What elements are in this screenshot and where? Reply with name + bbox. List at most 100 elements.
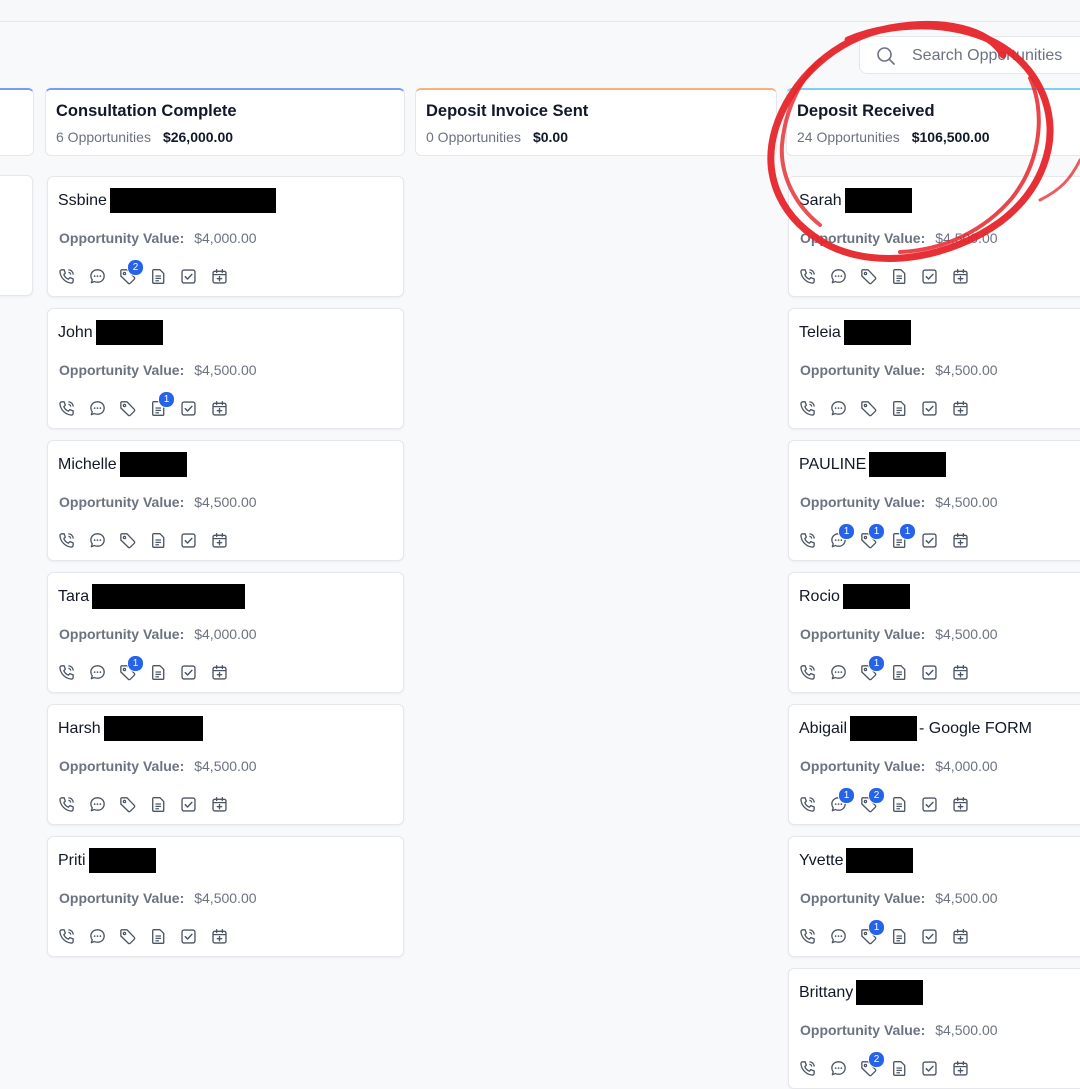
- note-icon[interactable]: 1: [149, 391, 175, 418]
- contact-name[interactable]: Abigail - Google FORM: [799, 716, 1032, 741]
- task-icon[interactable]: [920, 267, 939, 286]
- task-icon[interactable]: [179, 795, 198, 814]
- tag-icon[interactable]: [118, 399, 137, 418]
- contact-name[interactable]: Sarah: [799, 188, 912, 213]
- note-icon[interactable]: 1: [890, 523, 916, 550]
- contact-name[interactable]: Brittany: [799, 980, 924, 1005]
- task-icon[interactable]: [179, 267, 198, 286]
- task-icon[interactable]: [920, 531, 939, 550]
- phone-icon[interactable]: [798, 531, 817, 550]
- phone-icon[interactable]: [57, 531, 76, 550]
- chat-icon[interactable]: [88, 795, 107, 814]
- contact-name[interactable]: Yvette: [799, 848, 914, 873]
- chat-icon[interactable]: [829, 663, 848, 682]
- opportunity-card[interactable]: Michelle Opportunity Value: $4,500.00: [47, 440, 404, 561]
- contact-name[interactable]: Michelle: [58, 452, 187, 477]
- opportunity-card[interactable]: Sarah Opportunity Value: $4,500.00: [788, 176, 1080, 297]
- phone-icon[interactable]: [798, 795, 817, 814]
- calendar-icon[interactable]: [951, 399, 970, 418]
- opportunity-card[interactable]: Brittany Opportunity Value: $4,500.00 2: [788, 968, 1080, 1089]
- phone-icon[interactable]: [57, 399, 76, 418]
- phone-icon[interactable]: [798, 927, 817, 946]
- tag-icon[interactable]: 2: [859, 787, 885, 814]
- task-icon[interactable]: [920, 1059, 939, 1078]
- note-icon[interactable]: [890, 795, 909, 814]
- task-icon[interactable]: [920, 927, 939, 946]
- opportunity-card[interactable]: Teleia Opportunity Value: $4,500.00: [788, 308, 1080, 429]
- tag-icon[interactable]: 2: [859, 1051, 885, 1078]
- calendar-icon[interactable]: [951, 1059, 970, 1078]
- contact-name[interactable]: Priti: [58, 848, 156, 873]
- phone-icon[interactable]: [798, 1059, 817, 1078]
- task-icon[interactable]: [920, 663, 939, 682]
- note-icon[interactable]: [149, 267, 168, 286]
- calendar-icon[interactable]: [951, 795, 970, 814]
- contact-name[interactable]: Ssbine: [58, 188, 276, 213]
- calendar-icon[interactable]: [951, 927, 970, 946]
- tag-icon[interactable]: 1: [859, 523, 885, 550]
- card-partial[interactable]: [0, 175, 33, 296]
- note-icon[interactable]: [890, 663, 909, 682]
- note-icon[interactable]: [149, 531, 168, 550]
- tag-icon[interactable]: 1: [859, 655, 885, 682]
- task-icon[interactable]: [179, 663, 198, 682]
- contact-name[interactable]: Tara: [58, 584, 246, 609]
- chat-icon[interactable]: [88, 531, 107, 550]
- phone-icon[interactable]: [57, 267, 76, 286]
- tag-icon[interactable]: 2: [118, 259, 144, 286]
- contact-name[interactable]: PAULINE: [799, 452, 947, 477]
- opportunity-card[interactable]: John Opportunity Value: $4,500.00 1: [47, 308, 404, 429]
- chat-icon[interactable]: [829, 399, 848, 418]
- chat-icon[interactable]: [88, 267, 107, 286]
- task-icon[interactable]: [179, 531, 198, 550]
- opportunity-card[interactable]: Tara Opportunity Value: $4,000.00 1: [47, 572, 404, 693]
- calendar-icon[interactable]: [210, 663, 229, 682]
- calendar-icon[interactable]: [951, 267, 970, 286]
- tag-icon[interactable]: [859, 399, 878, 418]
- chat-icon[interactable]: [829, 267, 848, 286]
- note-icon[interactable]: [890, 927, 909, 946]
- chat-icon[interactable]: [829, 1059, 848, 1078]
- phone-icon[interactable]: [798, 267, 817, 286]
- contact-name[interactable]: John: [58, 320, 163, 345]
- calendar-icon[interactable]: [951, 531, 970, 550]
- calendar-icon[interactable]: [210, 399, 229, 418]
- phone-icon[interactable]: [798, 663, 817, 682]
- chat-icon[interactable]: [88, 927, 107, 946]
- task-icon[interactable]: [179, 927, 198, 946]
- phone-icon[interactable]: [57, 927, 76, 946]
- column-header[interactable]: Deposit Invoice Sent 0 Opportunities $0.00: [415, 88, 777, 156]
- chat-icon[interactable]: [88, 399, 107, 418]
- tag-icon[interactable]: [118, 531, 137, 550]
- chat-icon[interactable]: 1: [829, 787, 855, 814]
- tag-icon[interactable]: [118, 927, 137, 946]
- task-icon[interactable]: [920, 399, 939, 418]
- chat-icon[interactable]: [88, 663, 107, 682]
- task-icon[interactable]: [920, 795, 939, 814]
- phone-icon[interactable]: [57, 663, 76, 682]
- tag-icon[interactable]: [118, 795, 137, 814]
- opportunity-card[interactable]: PAULINE Opportunity Value: $4,500.00 1 1 1: [788, 440, 1080, 561]
- opportunity-card[interactable]: Rocio Opportunity Value: $4,500.00 1: [788, 572, 1080, 693]
- column-header[interactable]: Deposit Received 24 Opportunities $106,500…: [786, 88, 1080, 156]
- contact-name[interactable]: Harsh: [58, 716, 203, 741]
- tag-icon[interactable]: 1: [118, 655, 144, 682]
- task-icon[interactable]: [179, 399, 198, 418]
- opportunity-card[interactable]: Abigail - Google FORM Opportunity Value: $4…: [788, 704, 1080, 825]
- note-icon[interactable]: [890, 1059, 909, 1078]
- search-box[interactable]: [859, 36, 1080, 74]
- calendar-icon[interactable]: [210, 927, 229, 946]
- note-icon[interactable]: [149, 927, 168, 946]
- note-icon[interactable]: [890, 399, 909, 418]
- tag-icon[interactable]: 1: [859, 919, 885, 946]
- chat-icon[interactable]: [829, 927, 848, 946]
- opportunity-card[interactable]: Yvette Opportunity Value: $4,500.00 1: [788, 836, 1080, 957]
- note-icon[interactable]: [149, 795, 168, 814]
- note-icon[interactable]: [890, 267, 909, 286]
- opportunity-card[interactable]: Harsh Opportunity Value: $4,500.00: [47, 704, 404, 825]
- contact-name[interactable]: Rocio: [799, 584, 910, 609]
- search-input[interactable]: [910, 45, 1080, 67]
- note-icon[interactable]: [149, 663, 168, 682]
- calendar-icon[interactable]: [210, 795, 229, 814]
- phone-icon[interactable]: [798, 399, 817, 418]
